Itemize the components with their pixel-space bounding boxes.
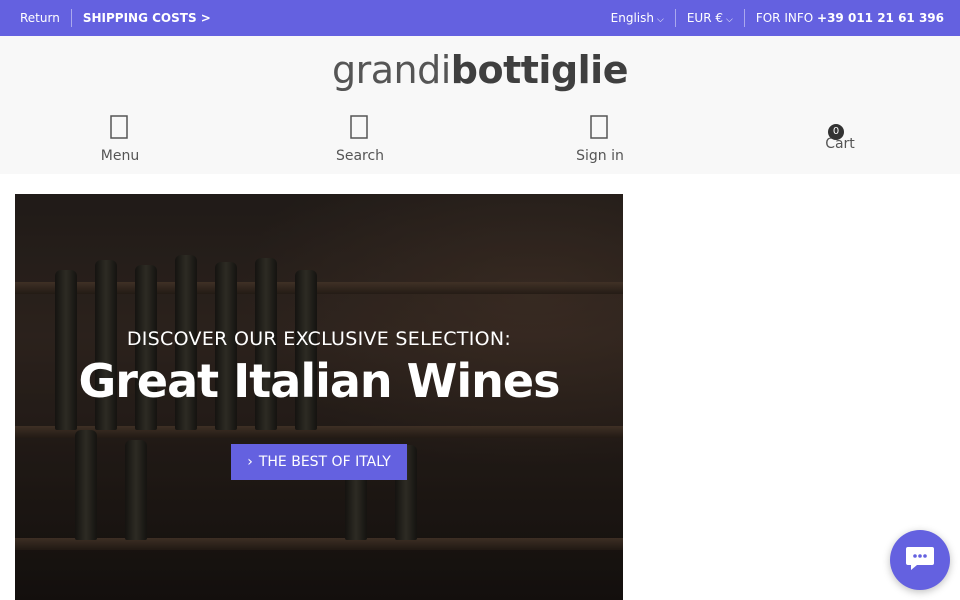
nav-signin-label: Sign in: [576, 148, 624, 164]
currency-selector[interactable]: EUR € ⌵: [687, 11, 733, 25]
language-selector[interactable]: English ⌵: [611, 11, 664, 25]
return-link[interactable]: Return: [20, 11, 60, 25]
info-contact: FOR INFO +39 011 21 61 396: [756, 11, 944, 25]
top-bar-left: Return SHIPPING COSTS >: [0, 9, 211, 27]
info-prefix: FOR INFO: [755, 11, 814, 25]
top-bar-right: English ⌵ EUR € ⌵ FOR INFO +39 011 21 61 3…: [611, 9, 960, 27]
chat-icon: [905, 544, 935, 576]
cart-count-badge: 0: [828, 124, 844, 140]
hero-banner[interactable]: DISCOVER OUR EXCLUSIVE SELECTION: Great …: [15, 194, 623, 600]
divider: [674, 9, 676, 27]
site-header: grandibottiglie Menu Search Sign in 0 Ca…: [0, 36, 960, 174]
phone-link[interactable]: +39 011 21 61 396: [817, 11, 944, 25]
chevron-down-icon: ⌵: [657, 15, 664, 25]
site-logo[interactable]: grandibottiglie: [0, 48, 960, 92]
logo-light-text: grandi: [332, 48, 451, 92]
chevron-right-icon: ›: [247, 454, 253, 470]
search-icon: [300, 114, 420, 148]
logo-heavy-text: bottiglie: [450, 48, 629, 92]
chevron-down-icon: ⌵: [726, 15, 733, 25]
divider: [70, 9, 72, 27]
shipping-costs-link[interactable]: SHIPPING COSTS >: [83, 11, 211, 25]
nav-signin-button[interactable]: Sign in: [540, 114, 660, 164]
nav-menu-label: Menu: [100, 148, 140, 164]
top-bar: Return SHIPPING COSTS > English ⌵ EUR € ⌵ …: [0, 0, 960, 36]
menu-icon: [60, 114, 180, 148]
nav-search-button[interactable]: Search: [300, 114, 420, 164]
currency-value: EUR €: [686, 11, 723, 25]
user-icon: [540, 114, 660, 148]
divider: [743, 9, 745, 27]
cart-button[interactable]: 0 Cart: [790, 124, 890, 152]
hero-subtitle: DISCOVER OUR EXCLUSIVE SELECTION:: [126, 328, 512, 350]
best-of-italy-button[interactable]: › THE BEST OF ITALY: [231, 444, 407, 480]
nav-menu-button[interactable]: Menu: [60, 114, 180, 164]
language-value: English: [610, 11, 655, 25]
chat-button[interactable]: [890, 530, 950, 590]
nav-search-label: Search: [335, 148, 385, 164]
hero-title: Great Italian Wines: [78, 354, 560, 408]
hero-button-label: THE BEST OF ITALY: [258, 454, 391, 470]
